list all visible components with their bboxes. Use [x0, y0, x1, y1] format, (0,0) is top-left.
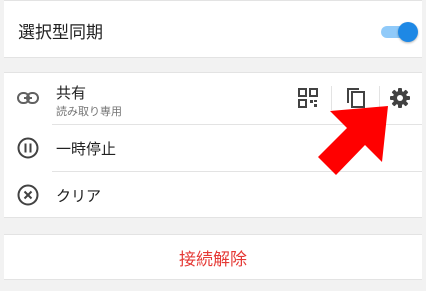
copy-icon[interactable] — [344, 85, 368, 111]
share-row[interactable]: 共有 読み取り専用 — [4, 72, 422, 124]
selective-sync-toggle[interactable] — [381, 22, 418, 42]
gear-icon[interactable] — [388, 86, 412, 110]
disconnect-card: 接続解除 — [4, 234, 422, 280]
pause-icon — [16, 136, 40, 160]
qr-code-icon[interactable] — [296, 86, 320, 110]
clear-label: クリア — [56, 187, 102, 205]
actions-card: 共有 読み取り専用 一時停止 クリア — [4, 72, 422, 218]
sync-card: 選択型同期 — [4, 0, 422, 58]
share-title: 共有 — [56, 84, 87, 102]
divider — [4, 0, 422, 1]
selective-sync-label: 選択型同期 — [18, 22, 103, 43]
divider — [4, 217, 422, 218]
toggle-thumb — [398, 22, 418, 42]
disconnect-button[interactable]: 接続解除 — [4, 234, 422, 280]
divider — [4, 279, 422, 280]
close-circle-icon — [16, 183, 40, 207]
selective-sync-row[interactable]: 選択型同期 — [4, 10, 422, 50]
icon-separator — [331, 86, 332, 110]
link-icon — [16, 86, 40, 110]
divider — [4, 57, 422, 58]
pause-label: 一時停止 — [56, 140, 117, 158]
disconnect-label: 接続解除 — [179, 249, 247, 270]
icon-separator — [379, 86, 380, 110]
pause-row[interactable]: 一時停止 — [4, 125, 422, 171]
clear-row[interactable]: クリア — [4, 172, 422, 218]
share-subtitle: 読み取り専用 — [56, 105, 122, 118]
